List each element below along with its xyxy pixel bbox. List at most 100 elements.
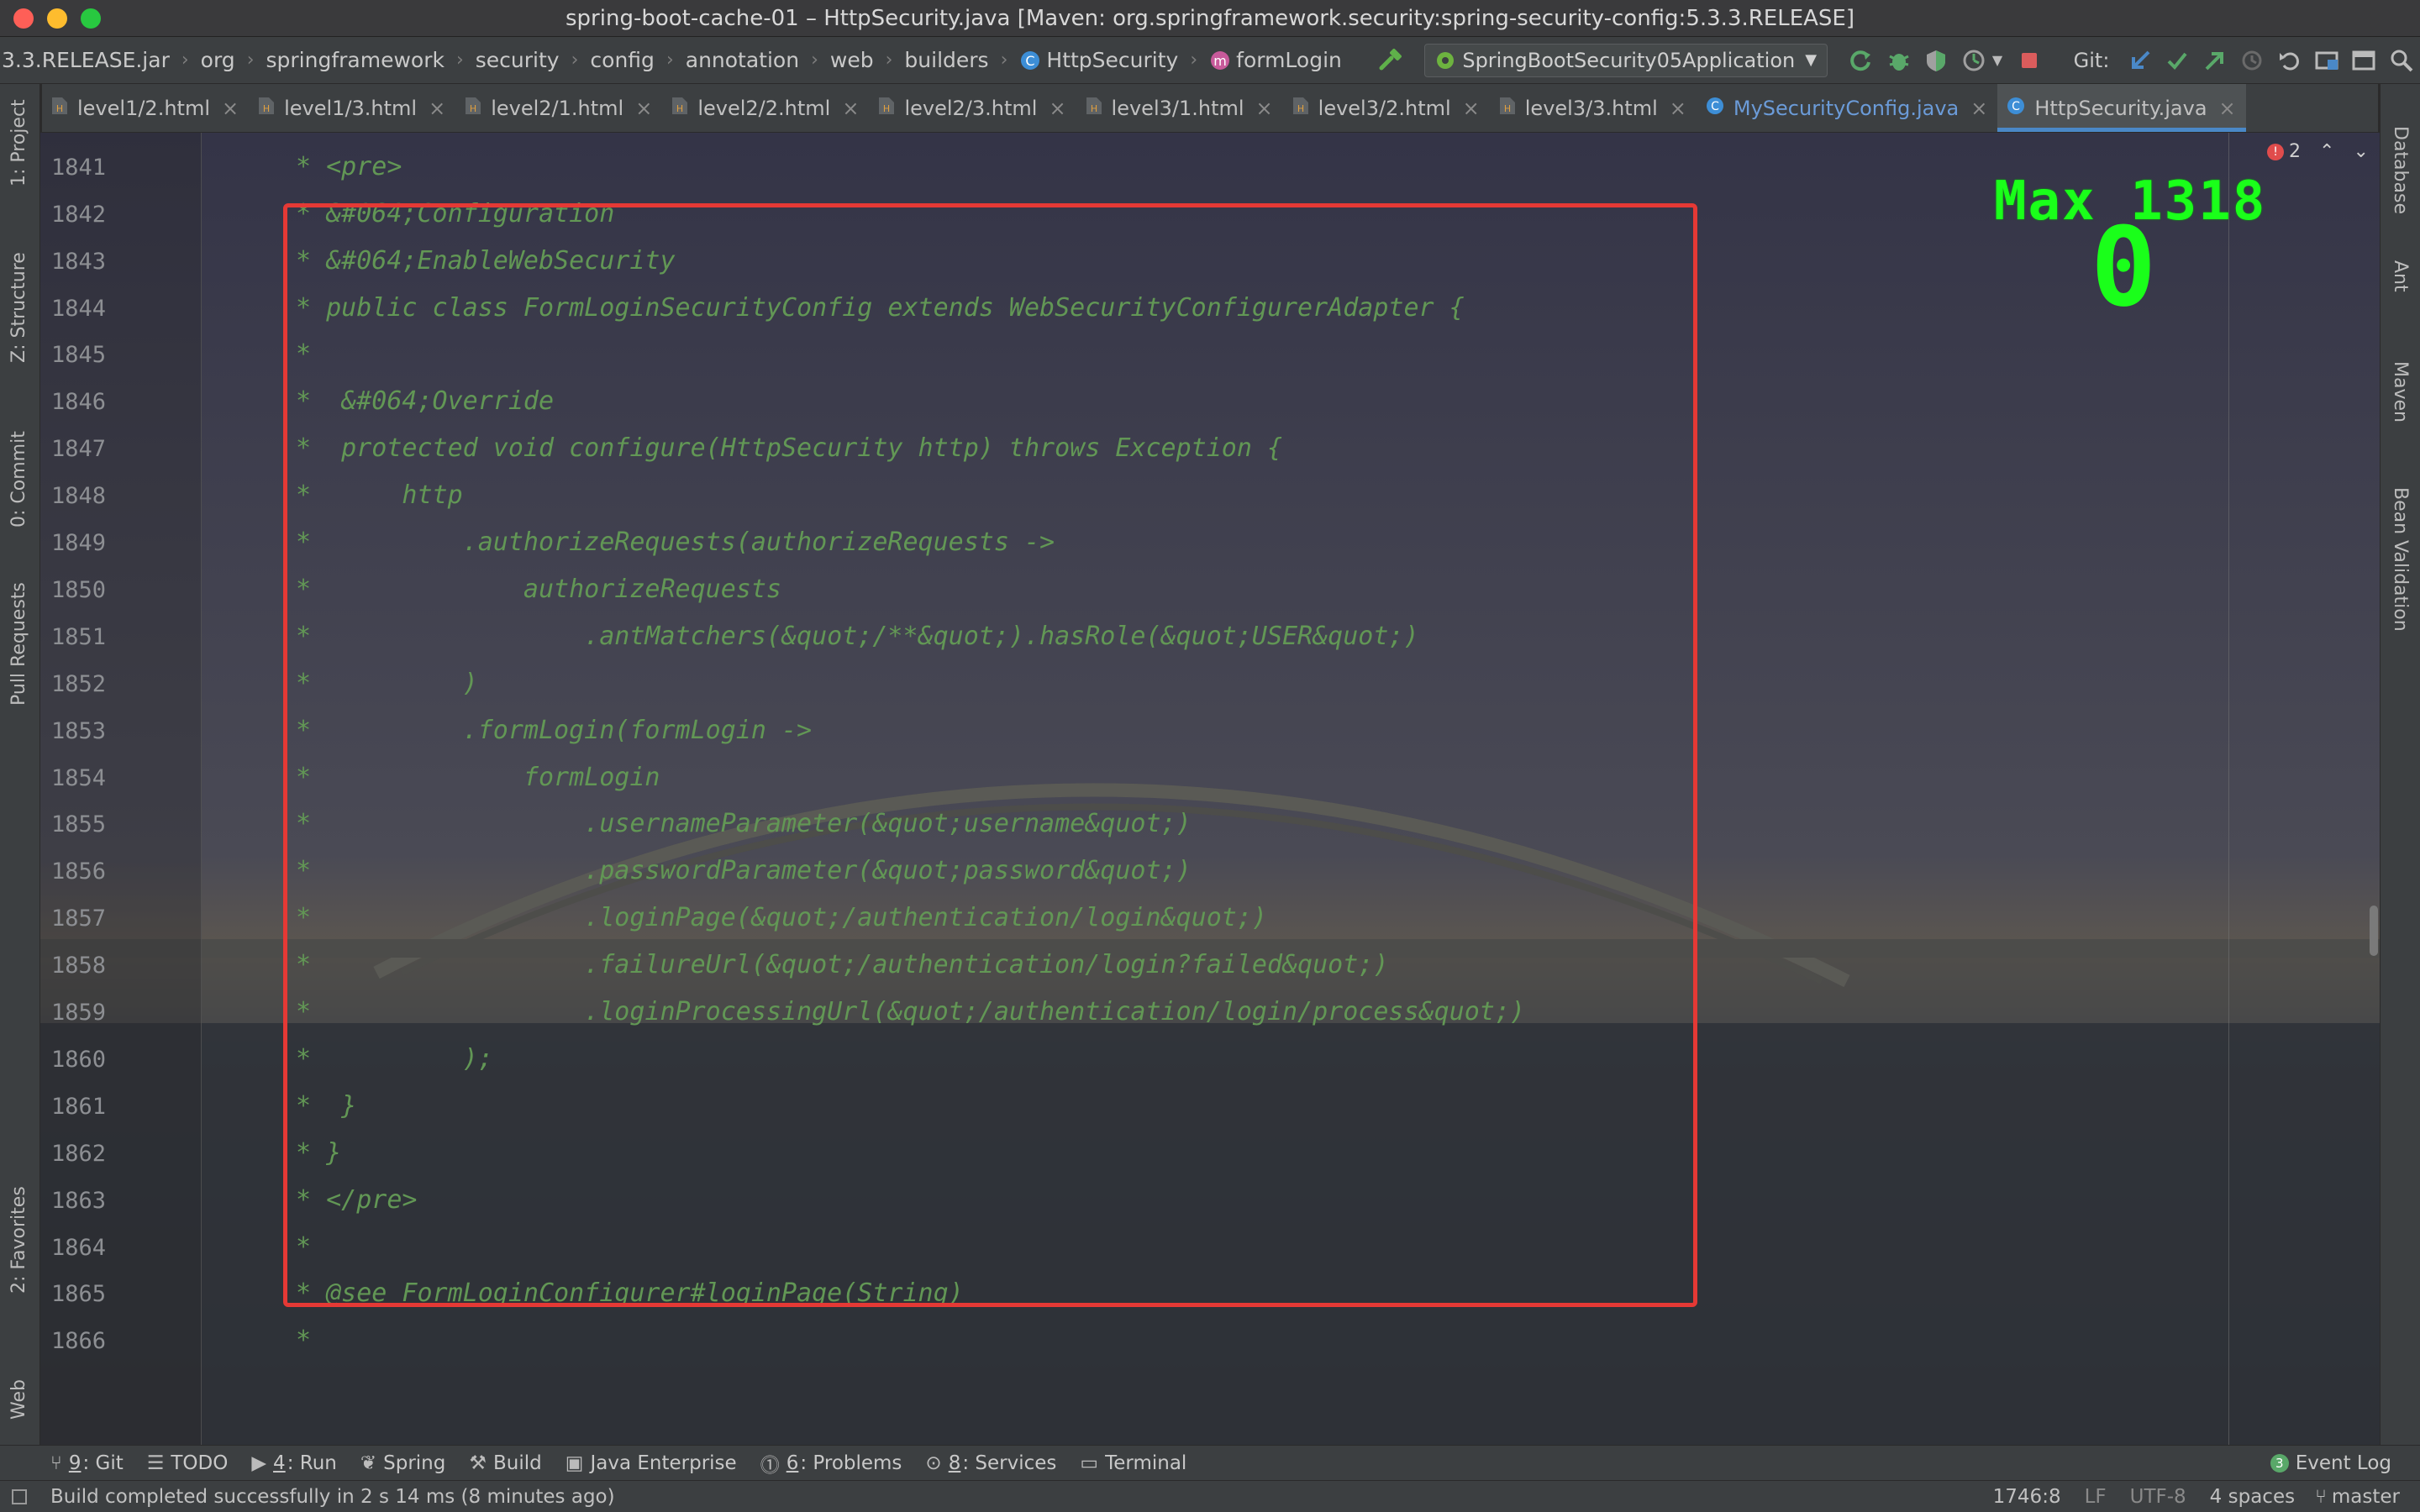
tool-window-label: : Problems <box>800 1452 902 1474</box>
search-icon[interactable] <box>2386 42 2417 79</box>
tool-window-button[interactable]: ⑂ 9: Git <box>50 1452 124 1474</box>
editor-tab[interactable]: Hlevel3/2.html × <box>1283 84 1490 132</box>
debug-icon[interactable] <box>1884 42 1914 79</box>
breadcrumb-item[interactable]: 3.3.RELEASE.jar <box>2 48 170 72</box>
editor-tab[interactable]: Hlevel2/3.html × <box>869 84 1076 132</box>
java-ee-icon: ▣ <box>565 1452 584 1474</box>
tool-window-number: 9 <box>68 1452 82 1474</box>
tool-structure[interactable]: Z: Structure <box>8 252 29 363</box>
close-tab-icon[interactable]: × <box>2219 97 2236 120</box>
tool-window-button[interactable]: ⚒ Build <box>469 1452 541 1474</box>
chevron-down-icon: ▼ <box>1805 51 1818 69</box>
breadcrumb-item[interactable]: annotation <box>686 48 799 72</box>
editor-tab[interactable]: Hlevel2/1.html × <box>455 84 662 132</box>
window-layout-icon[interactable] <box>2349 42 2379 79</box>
tool-ant[interactable]: Ant <box>2390 260 2411 292</box>
status-toggle-icon[interactable] <box>12 1488 27 1504</box>
breadcrumb-item[interactable]: HttpSecurity <box>1046 48 1178 72</box>
file-encoding[interactable]: UTF-8 <box>2130 1486 2186 1508</box>
tool-window-button[interactable]: ☰ TODO <box>147 1452 229 1474</box>
overlay-counter: 0 <box>2091 203 2157 331</box>
tool-window-button[interactable]: ⊙ 8: Services <box>925 1452 1056 1474</box>
code-line[interactable]: * <box>296 133 311 134</box>
inspection-widget[interactable]: ! 2 ⌃ ⌄ <box>2267 141 2369 162</box>
close-tab-icon[interactable]: × <box>635 97 652 120</box>
line-number: 1861 <box>50 1093 106 1120</box>
tool-web[interactable]: Web <box>8 1379 29 1420</box>
build-hammer-icon[interactable] <box>1376 42 1406 79</box>
line-number: 1866 <box>50 1328 106 1355</box>
html-file-icon: H <box>1292 96 1310 121</box>
tool-window-button[interactable]: ❦ Spring <box>360 1452 446 1474</box>
editor-tab[interactable]: Hlevel1/3.html × <box>249 84 455 132</box>
editor-tab[interactable]: Hlevel2/2.html × <box>662 84 869 132</box>
tool-window-label: Spring <box>383 1452 446 1474</box>
git-push-icon[interactable] <box>2199 42 2229 79</box>
code-line[interactable]: * <pre> <box>296 152 402 181</box>
editor-tab[interactable]: C MySecurityConfig.java × <box>1697 84 1998 132</box>
line-number: 1857 <box>50 906 106 932</box>
rollback-icon[interactable] <box>2274 42 2304 79</box>
git-branch[interactable]: master <box>2332 1486 2400 1508</box>
editor-tab[interactable]: Hlevel1/2.html × <box>42 84 249 132</box>
breadcrumb-item[interactable]: org <box>201 48 235 72</box>
close-tab-icon[interactable]: × <box>1970 97 1987 120</box>
code-line[interactable]: * <box>296 1326 311 1355</box>
run-configuration-select[interactable]: SpringBootSecurity05Application ▼ <box>1424 43 1828 77</box>
editor-tab[interactable]: C HttpSecurity.java × <box>1997 84 2246 132</box>
project-structure-icon[interactable] <box>2312 42 2342 79</box>
tool-maven[interactable]: Maven <box>2390 361 2411 423</box>
close-tab-icon[interactable]: × <box>1256 97 1273 120</box>
tool-window-button[interactable]: ▣ Java Enterprise <box>566 1452 737 1474</box>
code-editor[interactable]: 1839* The configuration below demonstrat… <box>40 133 2380 1445</box>
close-tab-icon[interactable]: × <box>842 97 859 120</box>
git-update-icon[interactable] <box>2124 42 2154 79</box>
event-log-button[interactable]: 3 Event Log <box>2270 1452 2391 1474</box>
tool-window-label: Terminal <box>1105 1452 1187 1474</box>
breadcrumb-item[interactable]: formLogin <box>1236 48 1342 72</box>
left-tool-stripe: 1: Project Z: Structure 0: Commit Pull R… <box>0 84 40 1445</box>
tool-bean-validation[interactable]: Bean Validation <box>2390 487 2411 632</box>
breadcrumb-item[interactable]: security <box>476 48 560 72</box>
history-icon[interactable] <box>2237 42 2267 79</box>
tool-pull-requests[interactable]: Pull Requests <box>8 582 29 706</box>
close-tab-icon[interactable]: × <box>1670 97 1686 120</box>
close-tab-icon[interactable]: × <box>1463 97 1480 120</box>
html-file-icon: H <box>1498 96 1517 121</box>
tool-window-label: : Git <box>82 1452 124 1474</box>
close-tab-icon[interactable]: × <box>429 97 445 120</box>
git-commit-icon[interactable] <box>2162 42 2192 79</box>
breadcrumb-item[interactable]: springframework <box>266 48 445 72</box>
breadcrumb-item[interactable]: web <box>830 48 874 72</box>
tool-window-button[interactable]: ▭ Terminal <box>1080 1452 1186 1474</box>
chevron-down-icon[interactable]: ▼ <box>1992 52 2002 68</box>
indent-setting[interactable]: 4 spaces <box>2210 1486 2295 1508</box>
title-bar: spring-boot-cache-01 – HttpSecurity.java… <box>0 0 2420 37</box>
chevron-down-icon[interactable]: ⌄ <box>2353 141 2368 162</box>
line-number: 1854 <box>50 764 106 791</box>
line-separator[interactable]: LF <box>2085 1486 2107 1508</box>
editor-tab[interactable]: Hlevel3/3.html × <box>1490 84 1697 132</box>
rerun-icon[interactable] <box>1846 42 1876 79</box>
close-tab-icon[interactable]: × <box>222 97 239 120</box>
coverage-icon[interactable] <box>1921 42 1951 79</box>
tool-favorites[interactable]: 2: Favorites <box>8 1186 29 1294</box>
profiler-icon[interactable] <box>1958 42 1988 79</box>
tool-database[interactable]: Database <box>2390 126 2411 214</box>
tool-window-number: 6 <box>786 1452 799 1474</box>
tool-window-button[interactable]: ⓵6: Problems <box>760 1449 902 1478</box>
chevron-up-icon[interactable]: ⌃ <box>2319 141 2334 162</box>
chevron-right-icon: › <box>1190 50 1198 71</box>
html-file-icon: H <box>671 96 689 121</box>
status-message[interactable]: Build completed successfully in 2 s 14 m… <box>50 1486 615 1508</box>
tool-commit[interactable]: 0: Commit <box>8 431 29 528</box>
tool-project[interactable]: 1: Project <box>8 99 29 186</box>
cursor-position[interactable]: 1746:8 <box>1993 1486 2061 1508</box>
breadcrumb-item[interactable]: config <box>590 48 655 72</box>
editor-tab[interactable]: Hlevel3/1.html × <box>1076 84 1283 132</box>
breadcrumb-item[interactable]: builders <box>904 48 988 72</box>
stop-icon[interactable] <box>2014 42 2044 79</box>
tool-window-button[interactable]: ▶ 4: Run <box>251 1452 337 1474</box>
close-tab-icon[interactable]: × <box>1049 97 1065 120</box>
vertical-scrollbar[interactable] <box>2370 906 2378 956</box>
